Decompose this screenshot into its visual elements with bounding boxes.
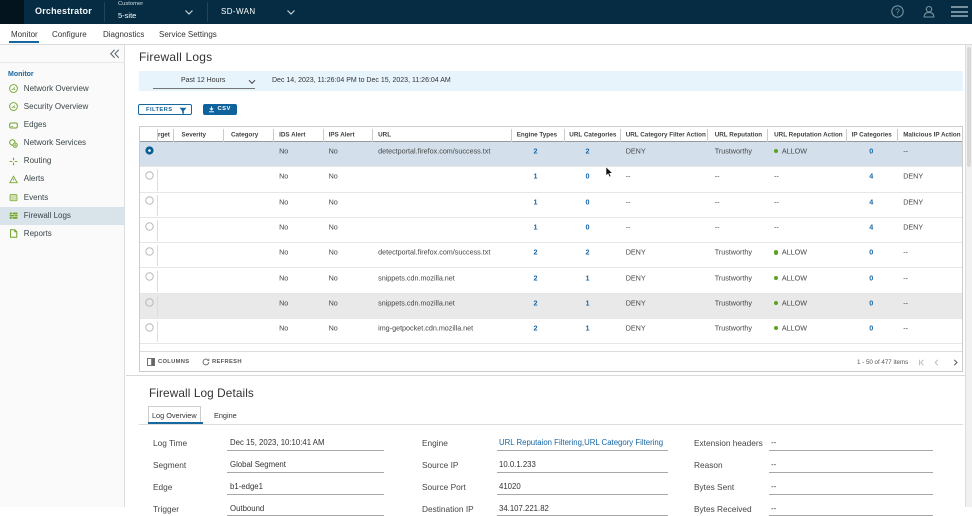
svg-text:?: ? — [895, 6, 900, 16]
